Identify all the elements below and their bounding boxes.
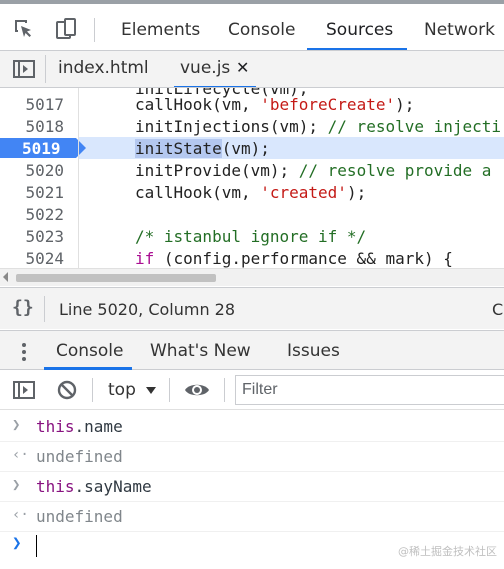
console-input-line[interactable]: ❯ this.sayName — [0, 472, 504, 502]
console-command: this.sayName — [36, 477, 152, 496]
scroll-left-icon[interactable] — [3, 272, 8, 282]
filter-input[interactable] — [236, 376, 504, 404]
inspect-element-icon[interactable] — [12, 17, 36, 41]
code-text: /* istanbul ignore if */ — [135, 227, 367, 246]
code-line: 5021 callHook(vm, 'created'); — [0, 181, 504, 203]
devtools-top-bar: Elements Console Sources Network — [0, 0, 504, 51]
input-chevron-icon: ❯ — [12, 417, 21, 433]
console-toolbar: top — [0, 370, 504, 410]
chevron-down-icon[interactable] — [146, 387, 156, 394]
editor-status-bar: {} Line 5020, Column 28 C — [0, 287, 504, 329]
code-text: if (config.performance && mark) { — [135, 249, 453, 268]
console-prompt-input[interactable] — [36, 535, 37, 557]
line-number[interactable]: 5021 — [0, 183, 64, 202]
tab-console[interactable]: Console — [228, 20, 296, 40]
code-line: 5017 callHook(vm, 'beforeCreate'); — [0, 93, 504, 115]
console-prompt-icon: ❯ — [12, 533, 22, 552]
file-tab-index-html[interactable]: index.html — [58, 58, 149, 78]
cursor-position: Line 5020, Column 28 — [59, 300, 236, 319]
tab-elements[interactable]: Elements — [121, 20, 200, 40]
console-input-line[interactable]: ❯ this.name — [0, 412, 504, 442]
toggle-sidebar-icon[interactable] — [12, 378, 36, 402]
close-tab-icon[interactable]: ✕ — [236, 58, 249, 77]
drawer-tab-bar: Console What's New Issues — [0, 330, 504, 370]
console-result-line[interactable]: ‹· undefined — [0, 502, 504, 532]
coverage-label-truncated: C — [492, 300, 504, 319]
result-arrow-icon: ‹· — [12, 447, 29, 463]
result-arrow-icon: ‹· — [12, 507, 29, 523]
file-tabs-bar: index.html vue.js ✕ — [0, 51, 504, 88]
line-number[interactable]: 5024 — [0, 249, 64, 268]
code-text: initProvide(vm); // resolve provide a — [135, 161, 492, 180]
tab-sources[interactable]: Sources — [326, 20, 393, 40]
code-text: initState(vm); — [135, 139, 270, 158]
context-selector[interactable]: top — [108, 380, 136, 400]
line-number[interactable]: 5017 — [0, 95, 64, 114]
gutter-border — [78, 88, 79, 268]
code-line: 5024 if (config.performance && mark) { — [0, 247, 504, 268]
console-result: undefined — [36, 507, 123, 526]
status-divider — [44, 296, 45, 322]
console-command: this.name — [36, 417, 123, 436]
line-number[interactable]: 5020 — [0, 161, 64, 180]
file-bar-divider — [45, 55, 46, 83]
file-tab-vue-js[interactable]: vue.js — [180, 58, 230, 78]
toolbar-divider — [169, 378, 170, 402]
breakpoint-line-number[interactable]: 5019 — [22, 139, 61, 158]
code-text: callHook(vm, 'beforeCreate'); — [135, 95, 415, 114]
drawer-tab-console[interactable]: Console — [56, 341, 124, 361]
toolbar-divider — [224, 378, 225, 402]
eye-icon[interactable] — [184, 379, 210, 401]
tab-network[interactable]: Network — [424, 20, 495, 40]
code-editor[interactable]: initLifecycle(vm); 5017 callHook(vm, 'be… — [0, 88, 504, 268]
console-result-line[interactable]: ‹· undefined — [0, 442, 504, 472]
code-line: 5020 initProvide(vm); // resolve provide… — [0, 159, 504, 181]
line-number[interactable]: 5022 — [0, 205, 64, 224]
code-text: callHook(vm, 'created'); — [135, 183, 367, 202]
code-line: 5018 initInjections(vm); // resolve inje… — [0, 115, 504, 137]
horizontal-scrollbar[interactable] — [0, 268, 504, 286]
code-text: initInjections(vm); // resolve injecti — [135, 117, 502, 136]
code-line-breakpoint: 5019 initState(vm); — [0, 137, 504, 159]
toolbar-divider — [94, 18, 95, 42]
code-line: 5022 — [0, 203, 504, 225]
code-line: 5023 /* istanbul ignore if */ — [0, 225, 504, 247]
clear-console-icon[interactable] — [55, 378, 79, 402]
toggle-navigator-icon[interactable] — [12, 57, 36, 81]
filter-box — [235, 375, 504, 405]
drawer-tab-issues[interactable]: Issues — [287, 341, 340, 361]
more-options-icon[interactable] — [22, 343, 26, 364]
toolbar-divider — [92, 378, 93, 402]
line-number[interactable]: 5023 — [0, 227, 64, 246]
watermark: @稀土掘金技术社区 — [398, 545, 497, 558]
device-toolbar-icon[interactable] — [54, 17, 78, 41]
scrollbar-thumb[interactable] — [16, 274, 216, 282]
line-number[interactable]: 5018 — [0, 117, 64, 136]
console-result: undefined — [36, 447, 123, 466]
pretty-print-icon[interactable]: {} — [12, 297, 34, 318]
drawer-tab-whats-new[interactable]: What's New — [150, 341, 251, 361]
input-chevron-icon: ❯ — [12, 477, 21, 493]
